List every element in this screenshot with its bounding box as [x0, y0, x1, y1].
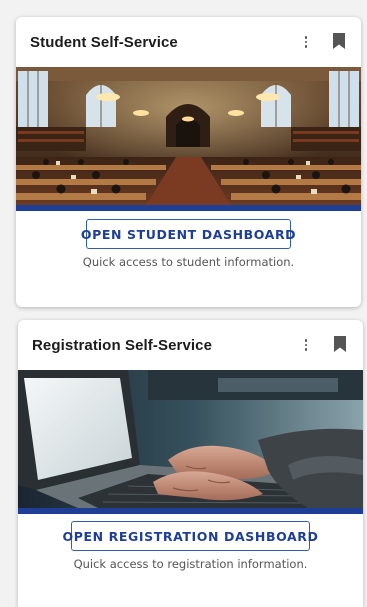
bookmark-icon[interactable]: [333, 336, 347, 352]
open-student-dashboard-button[interactable]: OPEN STUDENT DASHBOARD: [81, 219, 296, 249]
more-vert-icon[interactable]: [297, 335, 315, 355]
student-self-service-card: Student Self-Service OPEN STUDENT DASHBO…: [16, 17, 361, 307]
card-description: Quick access to registration information…: [73, 557, 308, 571]
accent-bar: [16, 205, 361, 211]
card-header: Registration Self-Service: [18, 320, 363, 370]
registration-self-service-card: Registration Self-Service OPEN REGISTRAT…: [18, 320, 363, 607]
card-description: Quick access to student information.: [82, 255, 295, 269]
card-header: Student Self-Service: [16, 17, 361, 67]
bookmark-icon[interactable]: [332, 33, 346, 49]
laptop-hero-image: [18, 370, 363, 508]
card-title: Registration Self-Service: [32, 337, 213, 354]
more-vert-icon[interactable]: [297, 32, 315, 52]
accent-bar: [18, 508, 363, 514]
open-registration-dashboard-button[interactable]: OPEN REGISTRATION DASHBOARD: [63, 521, 318, 551]
library-hero-image: [16, 67, 361, 205]
card-title: Student Self-Service: [30, 34, 178, 51]
